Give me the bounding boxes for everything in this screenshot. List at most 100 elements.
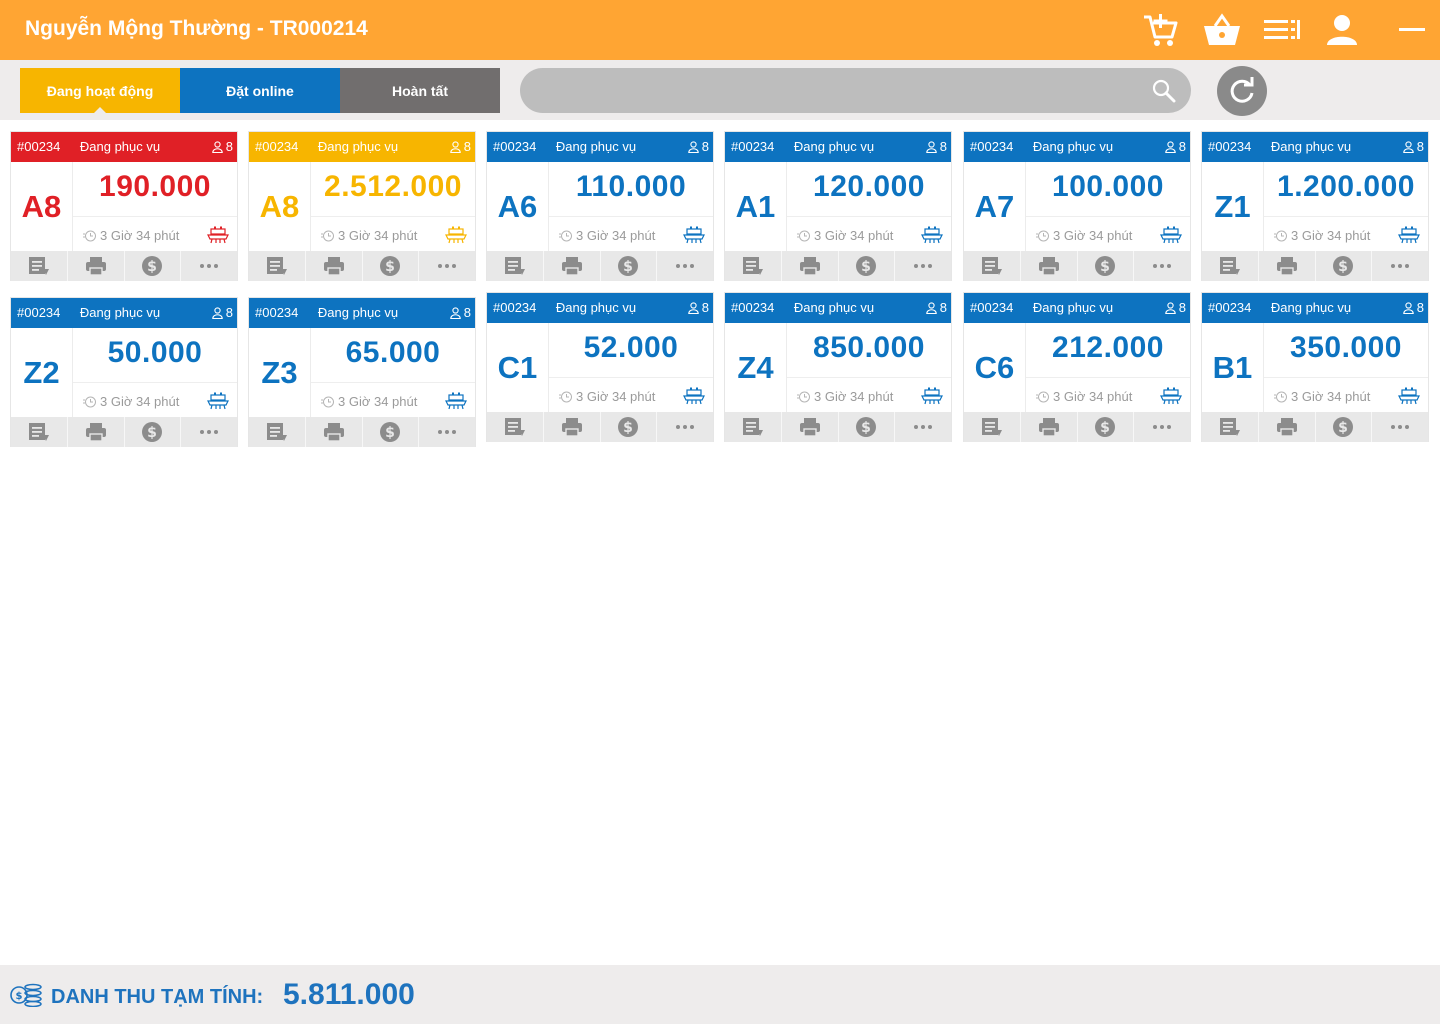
more-button[interactable] xyxy=(1134,412,1190,442)
person-icon xyxy=(688,301,699,314)
bill-button[interactable] xyxy=(487,251,544,281)
more-button[interactable] xyxy=(419,417,475,447)
bill-button[interactable] xyxy=(964,251,1021,281)
payment-button[interactable]: $ xyxy=(125,417,182,447)
table-card-z4[interactable]: #00234 Đang phục vụ 8 Z4 850.000 3 Giờ 3… xyxy=(724,292,952,442)
guest-count-value: 8 xyxy=(1416,139,1424,154)
more-button[interactable] xyxy=(419,251,475,281)
elapsed-time-value: 3 Giờ 34 phút xyxy=(338,228,418,243)
table-card-z1[interactable]: #00234 Đang phục vụ 8 Z1 1.200.000 3 Giờ… xyxy=(1201,131,1429,281)
bill-button[interactable] xyxy=(249,417,306,447)
dining-table-icon xyxy=(207,392,229,410)
payment-icon: $ xyxy=(1095,256,1116,276)
print-button[interactable] xyxy=(68,417,125,447)
svg-text:$: $ xyxy=(1101,259,1111,275)
more-button[interactable] xyxy=(181,417,237,447)
card-header: #00234 Đang phục vụ 8 xyxy=(964,293,1190,323)
more-button[interactable] xyxy=(657,412,713,442)
table-card-c6[interactable]: #00234 Đang phục vụ 8 C6 212.000 3 Giờ 3… xyxy=(963,292,1191,442)
table-name: Z2 xyxy=(11,328,73,418)
table-card-a8[interactable]: #00234 Đang phục vụ 8 A8 2.512.000 3 Giờ… xyxy=(248,131,476,281)
revenue-total: 5.811.000 xyxy=(283,978,415,1011)
bill-button[interactable] xyxy=(487,412,544,442)
bill-button[interactable] xyxy=(964,412,1021,442)
bill-button[interactable] xyxy=(1202,251,1259,281)
clock-icon xyxy=(797,230,810,241)
payment-button[interactable]: $ xyxy=(839,412,896,442)
table-card-a1[interactable]: #00234 Đang phục vụ 8 A1 120.000 3 Giờ 3… xyxy=(724,131,952,281)
more-button[interactable] xyxy=(181,251,237,281)
payment-button[interactable]: $ xyxy=(839,251,896,281)
order-status: Đang phục vụ xyxy=(1270,300,1352,315)
payment-button[interactable]: $ xyxy=(601,412,658,442)
divider xyxy=(787,216,951,217)
table-card-a7[interactable]: #00234 Đang phục vụ 8 A7 100.000 3 Giờ 3… xyxy=(963,131,1191,281)
print-button[interactable] xyxy=(306,251,363,281)
print-button[interactable] xyxy=(1021,251,1078,281)
more-icon xyxy=(1153,264,1172,268)
bill-button[interactable] xyxy=(249,251,306,281)
person-icon xyxy=(212,140,223,153)
order-amount: 120.000 xyxy=(813,170,925,203)
bill-icon xyxy=(981,418,1002,436)
print-button[interactable] xyxy=(1021,412,1078,442)
payment-button[interactable]: $ xyxy=(363,417,420,447)
more-button[interactable] xyxy=(657,251,713,281)
table-card-z2[interactable]: #00234 Đang phục vụ 8 Z2 50.000 3 Giờ 34… xyxy=(10,297,238,447)
more-button[interactable] xyxy=(895,251,951,281)
table-card-b1[interactable]: #00234 Đang phục vụ 8 B1 350.000 3 Giờ 3… xyxy=(1201,292,1429,442)
guest-count-value: 8 xyxy=(701,300,709,315)
more-icon xyxy=(1153,425,1172,429)
payment-icon: $ xyxy=(1333,256,1354,276)
bill-button[interactable] xyxy=(725,251,782,281)
more-icon xyxy=(676,264,695,268)
more-icon xyxy=(200,264,219,268)
order-amount: 50.000 xyxy=(107,336,203,369)
divider xyxy=(1264,216,1428,217)
bill-button[interactable] xyxy=(725,412,782,442)
bill-icon xyxy=(266,257,287,275)
more-button[interactable] xyxy=(895,412,951,442)
card-actions: $ xyxy=(1202,251,1428,281)
elapsed-time: 3 Giờ 34 phút xyxy=(559,389,655,404)
more-icon xyxy=(676,425,695,429)
elapsed-time-value: 3 Giờ 34 phút xyxy=(1053,228,1133,243)
bill-button[interactable] xyxy=(11,417,68,447)
more-button[interactable] xyxy=(1372,412,1428,442)
card-actions: $ xyxy=(249,417,475,447)
table-card-z3[interactable]: #00234 Đang phục vụ 8 Z3 65.000 3 Giờ 34… xyxy=(248,297,476,447)
order-status: Đang phục vụ xyxy=(1270,139,1352,154)
table-card-c1[interactable]: #00234 Đang phục vụ 8 C1 52.000 3 Giờ 34… xyxy=(486,292,714,442)
print-button[interactable] xyxy=(544,412,601,442)
bill-icon xyxy=(742,257,763,275)
print-button[interactable] xyxy=(68,251,125,281)
print-icon xyxy=(85,257,106,276)
table-card-a8[interactable]: #00234 Đang phục vụ 8 A8 190.000 3 Giờ 3… xyxy=(10,131,238,281)
guest-count: 8 xyxy=(926,300,947,315)
payment-button[interactable]: $ xyxy=(1078,251,1135,281)
card-actions: $ xyxy=(11,417,237,447)
table-card-a6[interactable]: #00234 Đang phục vụ 8 A6 110.000 3 Giờ 3… xyxy=(486,131,714,281)
bill-button[interactable] xyxy=(11,251,68,281)
payment-button[interactable]: $ xyxy=(125,251,182,281)
table-name: B1 xyxy=(1202,323,1264,413)
print-icon xyxy=(799,257,820,276)
more-button[interactable] xyxy=(1134,251,1190,281)
more-icon xyxy=(438,264,457,268)
order-amount: 850.000 xyxy=(813,331,925,364)
payment-button[interactable]: $ xyxy=(601,251,658,281)
guest-count: 8 xyxy=(1403,139,1424,154)
more-button[interactable] xyxy=(1372,251,1428,281)
print-button[interactable] xyxy=(1259,412,1316,442)
payment-button[interactable]: $ xyxy=(1078,412,1135,442)
print-button[interactable] xyxy=(544,251,601,281)
order-status: Đang phục vụ xyxy=(793,139,875,154)
payment-button[interactable]: $ xyxy=(1316,412,1373,442)
payment-button[interactable]: $ xyxy=(363,251,420,281)
payment-button[interactable]: $ xyxy=(1316,251,1373,281)
print-button[interactable] xyxy=(782,251,839,281)
print-button[interactable] xyxy=(306,417,363,447)
bill-button[interactable] xyxy=(1202,412,1259,442)
print-button[interactable] xyxy=(782,412,839,442)
print-button[interactable] xyxy=(1259,251,1316,281)
